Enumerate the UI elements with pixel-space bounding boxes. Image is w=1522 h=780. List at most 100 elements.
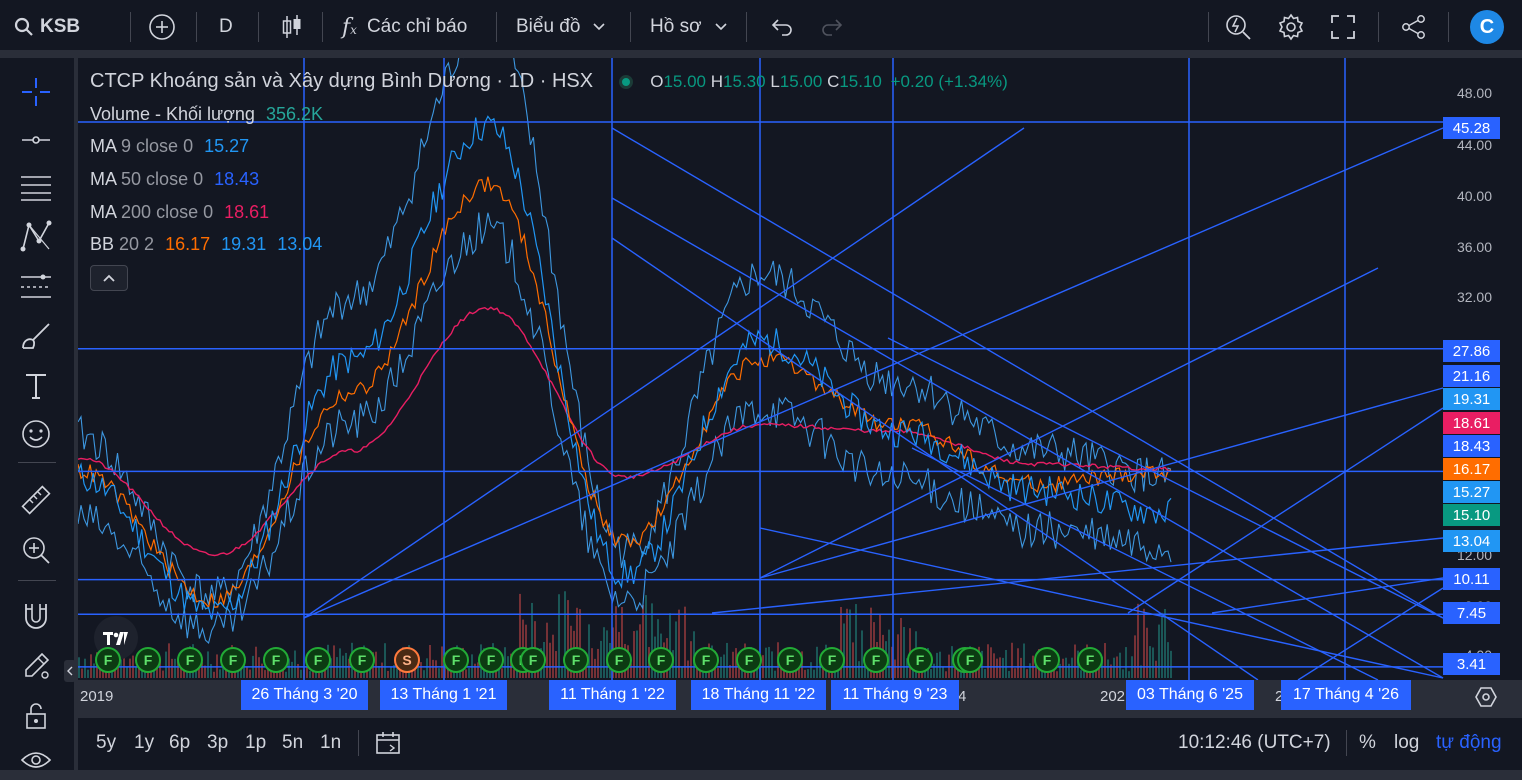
ma9-params: 9 close 0 xyxy=(121,136,194,156)
range-5y[interactable]: 5y xyxy=(96,718,116,768)
volume-bar xyxy=(636,630,638,678)
percent-toggle[interactable]: % xyxy=(1359,718,1376,768)
ma50-legend[interactable]: MA 50 close 0 18.43 xyxy=(90,169,259,190)
interval-button[interactable]: D xyxy=(219,0,233,54)
range-1y[interactable]: 1y xyxy=(134,718,154,768)
candles-button[interactable] xyxy=(280,0,304,54)
bb-legend[interactable]: BB 20 2 16.17 19.31 13.04 xyxy=(90,234,322,255)
collapse-legend-button[interactable] xyxy=(90,265,128,291)
avatar[interactable]: C xyxy=(1470,0,1504,54)
chart-type-dropdown[interactable]: Biểu đồ xyxy=(516,0,606,54)
zoom-in-icon xyxy=(23,537,50,564)
volume-bar xyxy=(135,667,137,678)
event-marker-financial[interactable]: F xyxy=(177,647,203,673)
ma9-legend[interactable]: MA 9 close 0 15.27 xyxy=(90,136,249,157)
measure-tool[interactable] xyxy=(14,480,58,520)
indicators-button[interactable]: fx Các chỉ báo xyxy=(342,0,467,54)
event-marker-financial[interactable]: F xyxy=(819,647,845,673)
volume-label: Volume - Khối lượng xyxy=(90,104,255,124)
volume-bar xyxy=(438,668,440,678)
range-1d[interactable]: 1n xyxy=(320,718,341,768)
chart-settings-button[interactable] xyxy=(1466,683,1506,711)
drawing-mode-tool[interactable] xyxy=(14,646,58,686)
range-5d[interactable]: 5n xyxy=(282,718,303,768)
trend-line-tool[interactable] xyxy=(14,120,58,160)
crosshair-tool[interactable] xyxy=(14,72,58,112)
volume-bar xyxy=(246,666,248,678)
event-marker-financial[interactable]: F xyxy=(777,647,803,673)
profile-dropdown[interactable]: Hồ sơ xyxy=(650,0,728,54)
event-marker-financial[interactable]: F xyxy=(135,647,161,673)
event-marker-financial[interactable]: F xyxy=(957,647,983,673)
forecast-tool[interactable] xyxy=(14,266,58,306)
event-marker-financial[interactable]: F xyxy=(263,647,289,673)
symbol-search[interactable]: KSB xyxy=(14,0,80,54)
hide-drawings-tool[interactable] xyxy=(14,740,58,780)
close-label: C xyxy=(827,72,840,91)
chart-pane[interactable]: CTCP Khoáng sản và Xây dựng Bình Dương ·… xyxy=(78,58,1522,680)
volume-bar xyxy=(210,663,212,678)
text-tool[interactable] xyxy=(14,366,58,406)
magnet-tool[interactable] xyxy=(14,596,58,636)
range-1m[interactable]: 1p xyxy=(245,718,266,768)
date-badge: 26 Tháng 3 '20 xyxy=(241,680,368,710)
quick-search-button[interactable] xyxy=(1224,0,1252,54)
event-marker-financial[interactable]: F xyxy=(606,647,632,673)
event-marker-financial[interactable]: F xyxy=(693,647,719,673)
event-marker-financial[interactable]: F xyxy=(443,647,469,673)
price-tick-label: 36.00 xyxy=(1456,239,1492,255)
zoom-in-tool[interactable] xyxy=(14,530,58,570)
collapse-toolbar-button[interactable] xyxy=(64,660,76,682)
volume-bar xyxy=(813,669,815,678)
volume-bar xyxy=(387,670,389,678)
share-button[interactable] xyxy=(1400,0,1428,54)
function-icon: fx xyxy=(342,14,357,40)
range-3m[interactable]: 3p xyxy=(207,718,228,768)
fib-tool[interactable] xyxy=(14,168,58,208)
price-badge: 3.41 xyxy=(1443,653,1500,675)
pattern-tool[interactable] xyxy=(14,216,58,256)
price-badge: 10.11 xyxy=(1443,568,1500,590)
range-6m[interactable]: 6p xyxy=(169,718,190,768)
event-marker-financial[interactable]: F xyxy=(907,647,933,673)
trend-line xyxy=(611,127,1444,619)
auto-scale-toggle[interactable]: tự động xyxy=(1436,718,1502,768)
volume-bar xyxy=(1074,644,1076,678)
event-marker-financial[interactable]: F xyxy=(220,647,246,673)
event-marker-financial[interactable]: F xyxy=(520,647,546,673)
fullscreen-button[interactable] xyxy=(1330,0,1356,54)
unlock-icon xyxy=(26,703,46,729)
event-marker-financial[interactable]: F xyxy=(1034,647,1060,673)
event-marker-financial[interactable]: F xyxy=(648,647,674,673)
undo-button[interactable] xyxy=(770,0,794,54)
volume-bar xyxy=(78,657,80,678)
event-marker-financial[interactable]: F xyxy=(1077,647,1103,673)
volume-bar xyxy=(1029,663,1031,678)
event-marker-financial[interactable]: F xyxy=(305,647,331,673)
event-marker-financial[interactable]: F xyxy=(563,647,589,673)
compare-symbol-button[interactable] xyxy=(148,0,176,54)
event-marker-financial[interactable]: F xyxy=(736,647,762,673)
redo-button[interactable] xyxy=(820,0,844,54)
ma200-legend[interactable]: MA 200 close 0 18.61 xyxy=(90,202,269,223)
event-marker-split[interactable]: S xyxy=(394,647,420,673)
log-toggle[interactable]: log xyxy=(1394,718,1419,768)
volume-bar xyxy=(933,663,935,678)
brush-tool[interactable] xyxy=(14,316,58,356)
gear-icon xyxy=(1278,13,1304,41)
clock-timezone[interactable]: 10:12:46 (UTC+7) xyxy=(1178,718,1331,768)
event-marker-financial[interactable]: F xyxy=(863,647,889,673)
event-marker-financial[interactable]: F xyxy=(349,647,375,673)
settings-button[interactable] xyxy=(1277,0,1305,54)
volume-bar xyxy=(1068,663,1070,678)
open-label: O xyxy=(650,72,664,91)
event-marker-financial[interactable]: F xyxy=(95,647,121,673)
volume-legend[interactable]: Volume - Khối lượng 356.2K xyxy=(90,104,323,125)
event-marker-financial[interactable]: F xyxy=(478,647,504,673)
emoji-tool[interactable] xyxy=(14,414,58,454)
volume-bar xyxy=(1158,624,1160,678)
volume-bar xyxy=(546,622,548,678)
goto-date-button[interactable] xyxy=(374,718,402,768)
trend-line xyxy=(711,537,1444,614)
lock-drawings-tool[interactable] xyxy=(14,696,58,736)
